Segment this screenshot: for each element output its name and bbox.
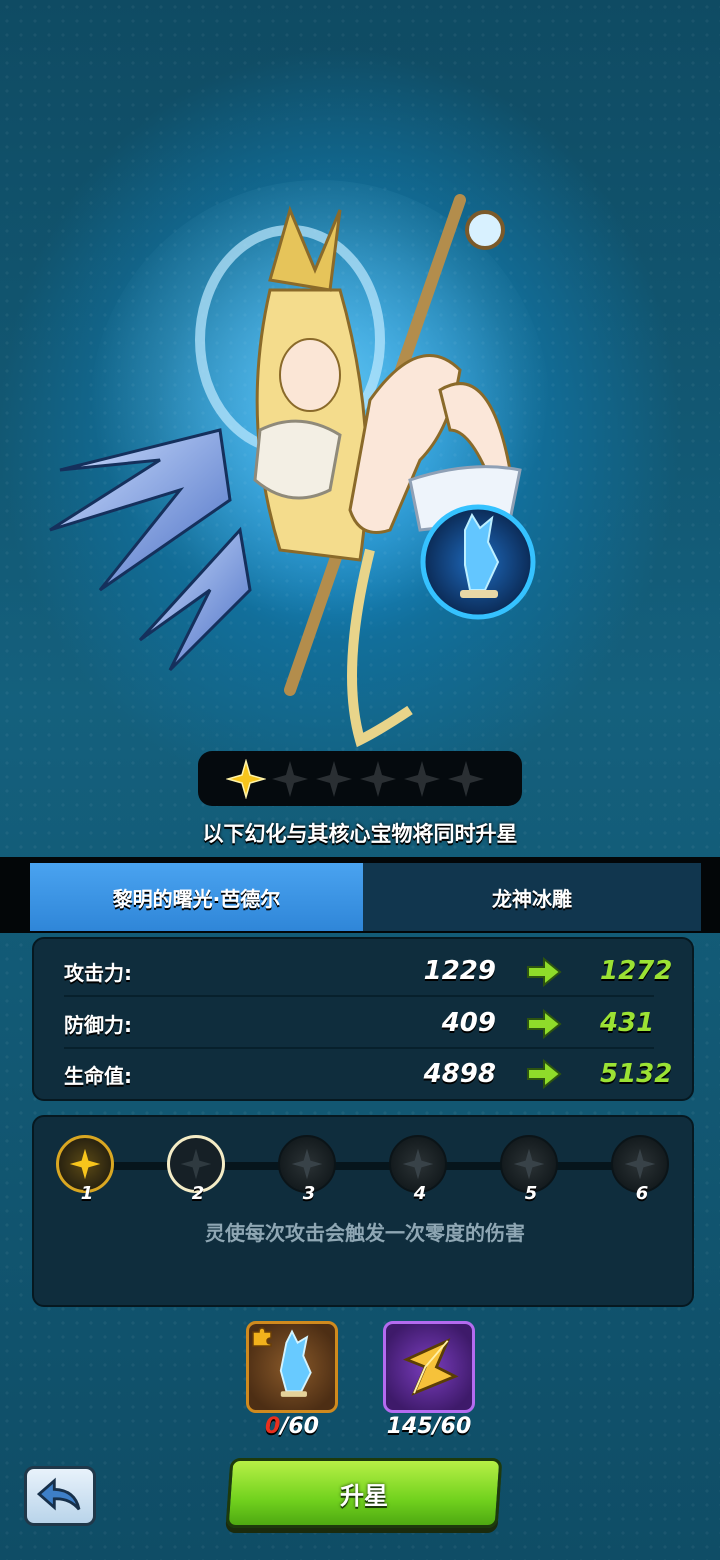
stat-new-value: 5132 [600, 1059, 673, 1089]
upgrade-hint-text: 以下幻化与其核心宝物将同时升星 [202, 822, 518, 846]
back-button[interactable] [24, 1466, 96, 1526]
empty-star-icon [360, 760, 396, 797]
fragment-have: 0 [265, 1414, 281, 1439]
stat-row-defense: 防御力: 409 431 [64, 999, 654, 1049]
empty-star-icon [448, 760, 484, 797]
fragment-need: /60 [280, 1414, 319, 1439]
level-number: 3 [302, 1183, 316, 1204]
stat-new-value: 1272 [600, 956, 673, 986]
tab-treasure[interactable]: 龙神冰雕 [363, 863, 701, 931]
star-icon [402, 1148, 434, 1180]
star-icon [513, 1148, 545, 1180]
upgrade-star-label: 升星 [340, 1481, 388, 1510]
stat-old-value: 1229 [423, 956, 496, 986]
tab-character[interactable]: 黎明的曙光·芭德尔 [30, 863, 363, 931]
level-effect-description: 灵使每次攻击会触发一次零度的伤害 [205, 1221, 525, 1245]
stat-new-value: 431 [600, 1008, 655, 1038]
star-icon [180, 1148, 212, 1180]
star-stone-item[interactable] [383, 1321, 475, 1413]
star-icon [624, 1148, 656, 1180]
stat-old-value: 409 [441, 1008, 496, 1038]
stat-row-attack: 攻击力: 1229 1272 [64, 947, 672, 997]
puzzle-piece-icon [252, 1327, 272, 1347]
gold-star-stone-icon [402, 1338, 459, 1396]
level-number: 6 [635, 1183, 649, 1204]
level-number: 1 [80, 1183, 94, 1204]
gold-star-icon [69, 1148, 101, 1180]
arrow-right-icon [527, 957, 562, 987]
filled-star-icon [226, 758, 266, 799]
stats-panel: 攻击力: 1229 1272 防御力: 409 431 生命值: 4898 51… [32, 937, 694, 1101]
stat-label: 攻击力: [64, 960, 132, 985]
stat-row-hp: 生命值: 4898 5132 [64, 1049, 672, 1099]
empty-star-icon [272, 760, 308, 797]
upgrade-star-button[interactable]: 升星 [225, 1458, 503, 1528]
empty-star-icon [404, 760, 440, 797]
fragment-item[interactable] [246, 1321, 338, 1413]
stat-label: 防御力: [64, 1012, 132, 1037]
stat-old-value: 4898 [423, 1059, 496, 1089]
level-number: 5 [524, 1183, 538, 1204]
stat-label: 生命值: [64, 1063, 132, 1088]
character-illustration [49, 180, 550, 748]
arrow-right-icon [527, 1059, 562, 1089]
arrow-right-icon [527, 1009, 562, 1039]
star-stone-count: 145/60 [386, 1414, 472, 1439]
star-icon [291, 1148, 323, 1180]
tab-strip: 黎明的曙光·芭德尔 龙神冰雕 [0, 857, 720, 933]
back-arrow-icon [37, 1477, 81, 1511]
level-number: 4 [413, 1183, 427, 1204]
fragment-count: 0/60 [222, 1414, 362, 1439]
empty-star-icon [316, 760, 352, 797]
star-rating-bar [198, 751, 522, 806]
star-level-panel: 1 2 3 4 5 6 灵使每次攻击会触发一次零度的伤害 [32, 1115, 694, 1307]
level-number: 2 [191, 1183, 205, 1204]
